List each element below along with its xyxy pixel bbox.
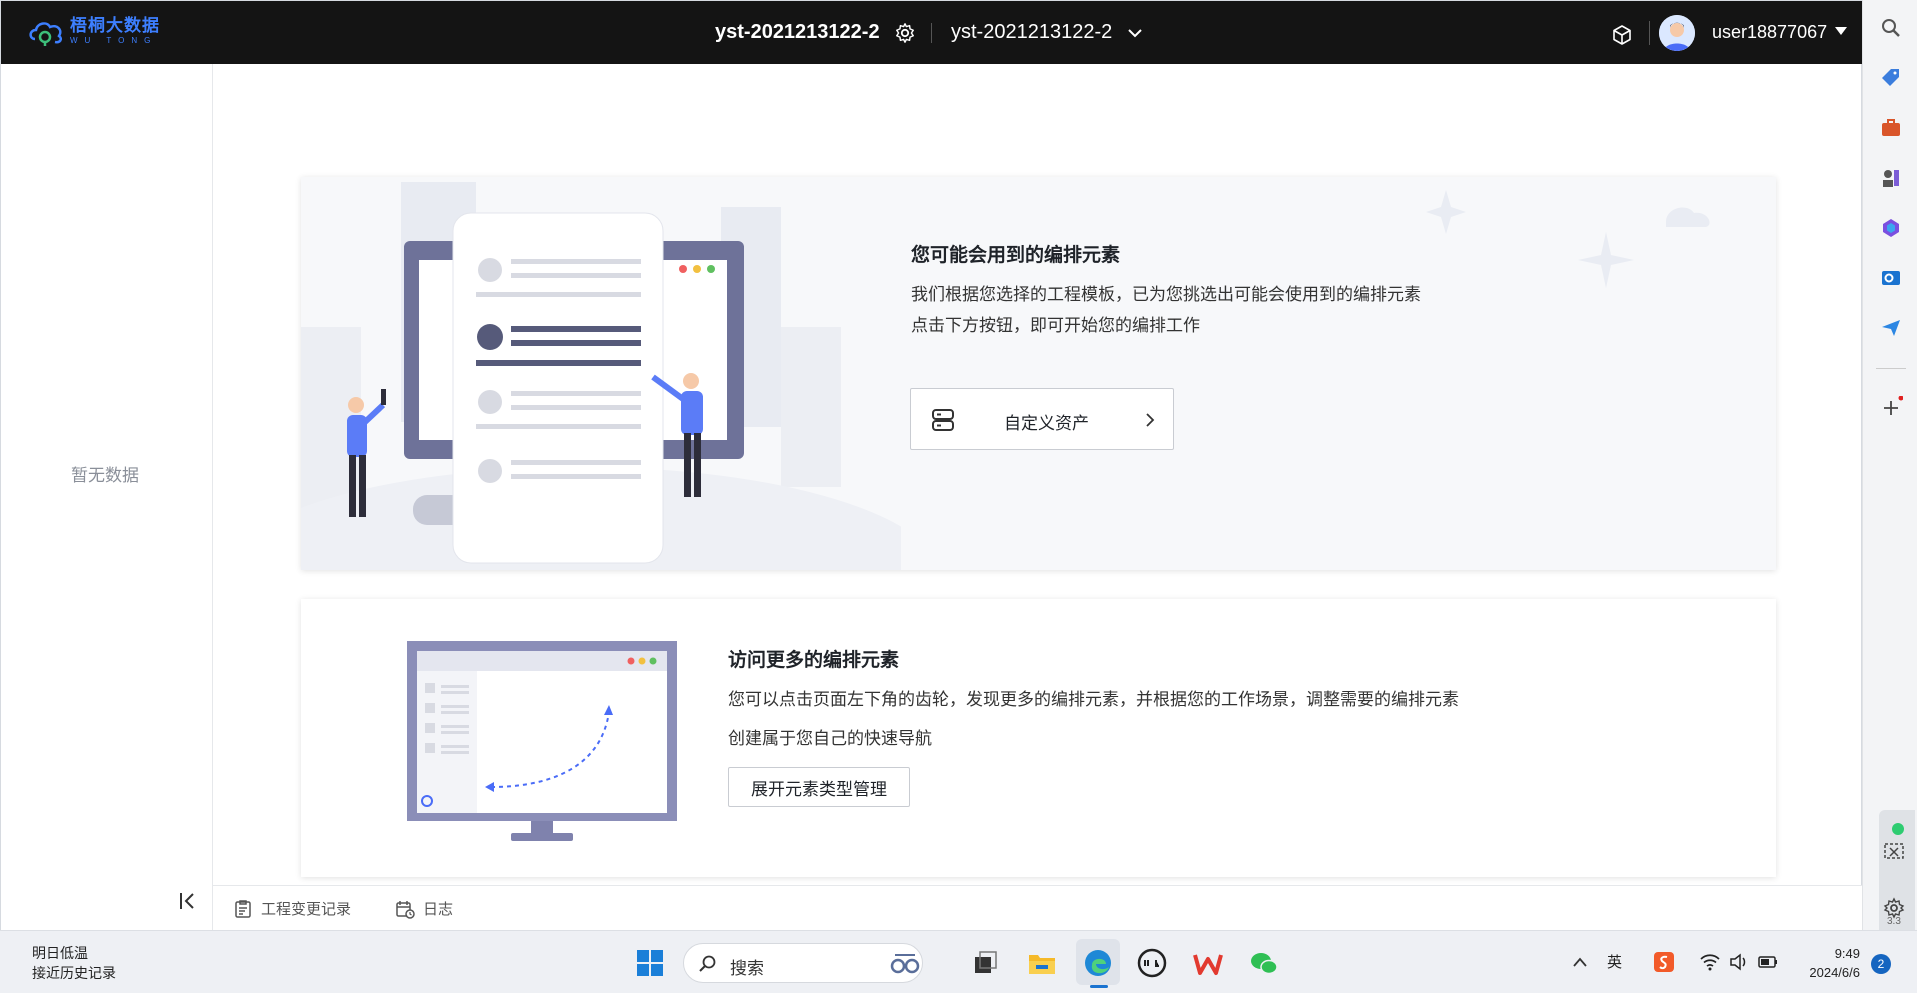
suggested-card-line1: 我们根据您选择的工程模板，已为您挑选出可能会使用到的编排元素 xyxy=(911,285,1421,304)
tray-chevron-up-icon[interactable] xyxy=(1572,955,1588,969)
change-log-tab-label: 工程变更记录 xyxy=(261,901,352,918)
tag-icon[interactable] xyxy=(1879,66,1903,90)
clock-time: 9:49 xyxy=(1834,946,1860,961)
change-log-tab[interactable]: 工程变更记录 xyxy=(233,898,351,919)
send-icon[interactable] xyxy=(1879,316,1903,340)
environment-select-value: yst-2021213122-2 xyxy=(951,21,1113,43)
chevron-right-icon xyxy=(1146,413,1155,427)
more-elements-card: 访问更多的编排元素 您可以点击页面左下角的齿轮，发现更多的编排元素，并根据您的工… xyxy=(301,599,1776,877)
chess-games-icon[interactable] xyxy=(1879,166,1903,190)
environment-select[interactable]: yst-2021213122-2 xyxy=(951,21,1144,44)
logo-text-en: WU TONG xyxy=(70,36,158,45)
topbar-divider xyxy=(1649,21,1650,45)
version-label: 3.3 xyxy=(1887,916,1901,927)
cube-icon[interactable] xyxy=(1611,24,1633,46)
storage-icon xyxy=(932,409,954,431)
username[interactable]: user18877067 xyxy=(1712,22,1827,43)
clock[interactable]: 9:49 2024/6/6 xyxy=(1800,944,1860,982)
more-card-title: 访问更多的编排元素 xyxy=(728,650,900,671)
battery-icon[interactable] xyxy=(1757,953,1779,971)
bottom-bar: 工程变更记录 日志 xyxy=(213,885,1863,931)
sogou-input-icon[interactable] xyxy=(1653,951,1675,973)
cloud-logo-icon xyxy=(29,22,63,46)
custom-assets-button-label: 自定义资产 xyxy=(1004,414,1089,433)
notification-badge[interactable]: 2 xyxy=(1871,954,1891,974)
file-explorer-icon[interactable] xyxy=(1026,947,1058,979)
active-app-indicator xyxy=(1090,985,1108,988)
weather-widget[interactable]: 明日低温 接近历史记录 xyxy=(32,943,116,983)
suggested-card-title: 您可能会用到的编排元素 xyxy=(911,245,1121,266)
taskbar: 明日低温 接近历史记录 搜索 英 9:49 2024/6/6 2 xyxy=(0,930,1917,993)
logo-text-cn: 梧桐大数据 xyxy=(70,16,160,35)
topbar-divider xyxy=(931,23,932,43)
chevron-down-icon xyxy=(1128,28,1142,37)
logo[interactable]: 梧桐大数据 WU TONG xyxy=(27,15,160,47)
toolbox-icon[interactable] xyxy=(1879,116,1903,140)
browser-side-panel: 3.3 xyxy=(1862,0,1917,930)
ime-indicator[interactable]: 英 xyxy=(1607,951,1622,972)
document-illustration xyxy=(301,182,901,570)
search-highlight-glasses-icon xyxy=(890,954,920,974)
project-settings-gear-icon[interactable] xyxy=(894,22,916,44)
search-icon[interactable] xyxy=(1879,16,1903,40)
suggested-card-line2: 点击下方按钮，即可开始您的编排工作 xyxy=(911,316,1200,335)
suggested-elements-card: 您可能会用到的编排元素 我们根据您选择的工程模板，已为您挑选出可能会使用到的编排… xyxy=(301,177,1776,570)
status-dot-icon xyxy=(1892,823,1904,835)
calendar-log-icon xyxy=(396,900,415,919)
wifi-icon[interactable] xyxy=(1699,953,1721,971)
volume-icon[interactable] xyxy=(1729,953,1749,971)
add-icon[interactable] xyxy=(1879,396,1903,420)
wps-office-icon[interactable] xyxy=(1192,947,1224,979)
user-menu-caret-icon[interactable] xyxy=(1835,27,1847,35)
floating-tool-panel: 3.3 xyxy=(1879,810,1915,930)
screenshot-icon[interactable] xyxy=(1882,840,1906,864)
app-window: 梧桐大数据 WU TONG yst-2021213122-2 yst-20212… xyxy=(0,0,1863,931)
edge-browser-icon[interactable] xyxy=(1082,947,1114,979)
monitor-illustration xyxy=(407,641,677,841)
avatar[interactable] xyxy=(1659,15,1695,51)
wechat-icon[interactable] xyxy=(1248,947,1280,979)
outlook-icon[interactable] xyxy=(1879,266,1903,290)
project-title[interactable]: yst-2021213122-2 xyxy=(715,21,880,44)
search-icon xyxy=(699,955,716,972)
log-tab[interactable]: 日志 xyxy=(395,898,453,919)
windows-start-icon[interactable] xyxy=(634,947,666,979)
sidebar-empty-text: 暂无数据 xyxy=(71,466,139,485)
copilot-icon[interactable] xyxy=(1879,216,1903,240)
task-view-icon[interactable] xyxy=(969,947,1001,979)
side-panel-divider xyxy=(1876,368,1906,369)
user-avatar-icon xyxy=(1659,15,1695,51)
clock-date: 2024/6/6 xyxy=(1809,965,1860,980)
custom-assets-button[interactable]: 自定义资产 xyxy=(910,388,1174,450)
more-card-line1: 您可以点击页面左下角的齿轮，发现更多的编排元素，并根据您的工作场景，调整需要的编… xyxy=(728,690,1459,709)
top-bar: 梧桐大数据 WU TONG yst-2021213122-2 yst-20212… xyxy=(1,1,1863,64)
collapse-sidebar-icon[interactable] xyxy=(177,890,197,912)
weather-subtitle: 接近历史记录 xyxy=(32,965,116,981)
clipboard-icon xyxy=(235,899,251,918)
sidebar: 暂无数据 xyxy=(1,64,213,930)
taskbar-search-label: 搜索 xyxy=(730,959,764,978)
log-tab-label: 日志 xyxy=(423,901,454,918)
expand-element-types-button[interactable]: 展开元素类型管理 xyxy=(728,767,910,807)
dell-icon[interactable] xyxy=(1136,947,1168,979)
weather-title: 明日低温 xyxy=(32,945,88,961)
taskbar-search[interactable]: 搜索 xyxy=(683,943,923,983)
sparkle-decoration-icon xyxy=(1426,190,1710,288)
more-card-line2: 创建属于您自己的快速导航 xyxy=(728,729,932,748)
